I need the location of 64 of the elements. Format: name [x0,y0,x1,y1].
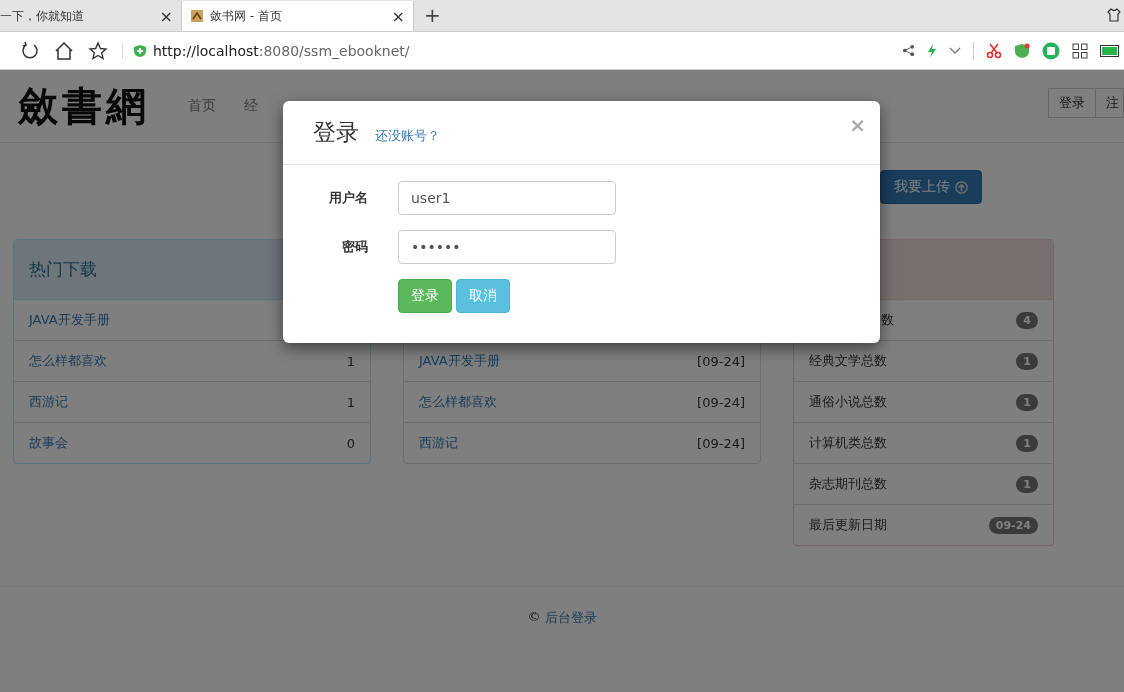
close-button[interactable]: × [849,113,866,137]
upload-icon [955,180,968,194]
stat-label: 数 [881,311,894,329]
stat-label: 通俗小说总数 [809,393,887,411]
count-badge: 1 [1016,393,1038,411]
nav-link[interactable]: 经 [244,97,258,115]
download-count: 1 [346,394,355,410]
field-label: 用户名 [328,189,368,207]
dialog-button[interactable]: 取消 [456,279,510,313]
close-icon[interactable]: × [391,6,405,26]
dialog-button[interactable]: 登录 [398,279,452,313]
account-button[interactable]: 登录 [1048,88,1096,118]
tab-title: 敛书网 - 首页 [210,7,283,25]
input-field[interactable]: user1 [398,181,616,215]
panel-title: 热门下载 [29,258,97,281]
count-badge: 1 [1016,475,1038,493]
book-link[interactable]: 西游记 [419,434,458,452]
download-count: 1 [346,353,355,369]
browser-tab[interactable]: 敛书网 - 首页 × [182,1,414,31]
book-link[interactable]: 西游记 [29,393,68,411]
upload-date: [09-24] [697,435,745,451]
count-badge: 1 [1016,352,1038,370]
count-badge: 1 [1016,434,1038,452]
count-badge: 09-24 [988,516,1038,534]
chevron-icon[interactable] [949,46,961,55]
tab-title: 一下，你就知道 [0,7,85,25]
field-label: 密码 [341,238,368,256]
address-field[interactable]: http://localhost:8080/ssm_ebooknet/ [153,42,410,59]
download-count: 0 [346,435,355,451]
grid-icon[interactable] [1072,42,1088,59]
stat-label: 经典文学总数 [809,352,887,370]
browser-tab[interactable]: 一下，你就知道 × [0,1,182,31]
stat-label: 计算机类总数 [809,434,887,452]
account-button[interactable]: 注 [1096,88,1124,118]
share-icon[interactable] [902,44,915,57]
upload-date: [09-24] [697,394,745,410]
new-tab-button[interactable]: + [424,3,441,27]
scissors-icon[interactable] [986,42,1002,59]
book-link[interactable]: 怎么样都喜欢 [29,352,107,370]
close-icon[interactable]: × [159,6,173,26]
count-badge: 4 [1016,311,1038,329]
book-link[interactable]: JAVA开发手册 [419,352,500,370]
input-field[interactable]: •••••• [398,230,616,264]
upload-date: [09-24] [697,353,745,369]
copyright-symbol: © [527,609,541,626]
dialog-title: 登录 [313,118,359,147]
shield-icon [133,43,147,58]
shield-icon[interactable] [1014,42,1030,59]
lightning-icon[interactable] [927,43,937,58]
stat-label: 最后更新日期 [809,516,887,534]
book-link[interactable]: JAVA开发手册 [29,311,110,329]
nav-link[interactable]: 首页 [188,97,216,115]
site-logo[interactable]: 斂書網 [18,78,150,134]
register-link[interactable]: 还没账号？ [375,126,440,145]
upload-button[interactable]: 我要上传 [880,170,982,204]
star-icon[interactable] [88,40,108,61]
book-link[interactable]: 怎么样都喜欢 [419,393,497,411]
stat-label: 杂志期刊总数 [809,475,887,493]
home-icon[interactable] [54,40,74,61]
reload-icon[interactable] [20,40,40,61]
admin-login-link[interactable]: 后台登录 [544,609,597,627]
shirt-icon[interactable] [1106,7,1122,23]
book-link[interactable]: 故事会 [29,434,68,452]
battery-icon[interactable] [1100,44,1120,57]
